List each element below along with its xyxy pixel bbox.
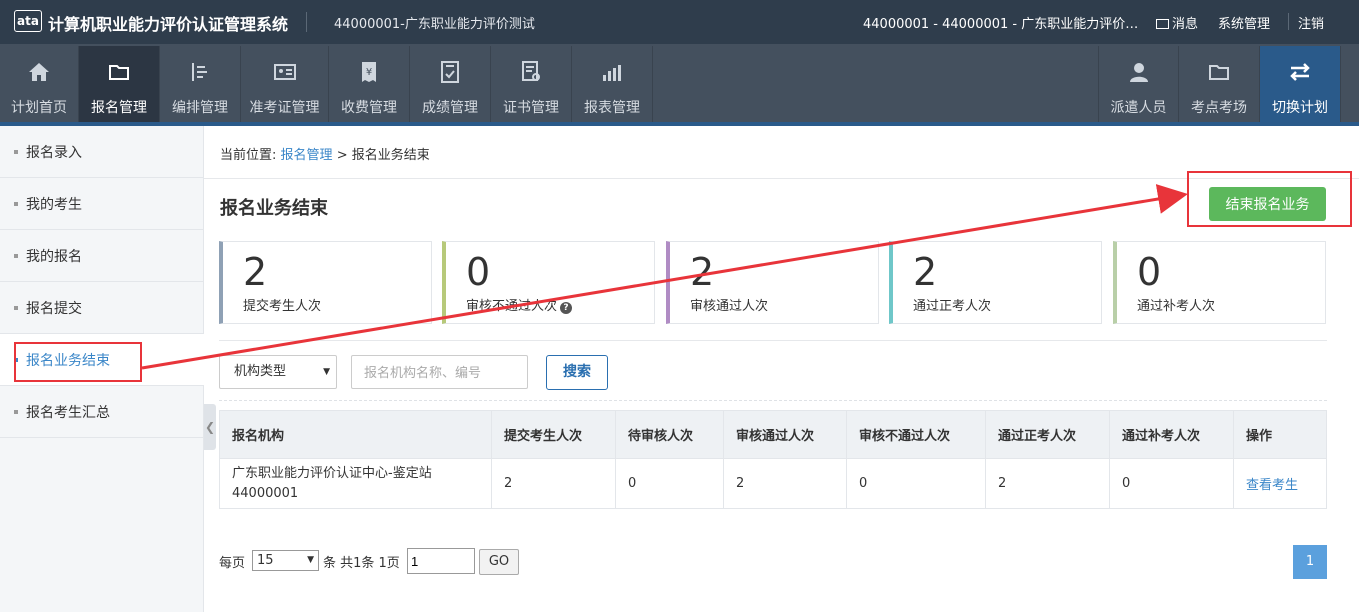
annotation-arrow [141, 184, 1188, 370]
